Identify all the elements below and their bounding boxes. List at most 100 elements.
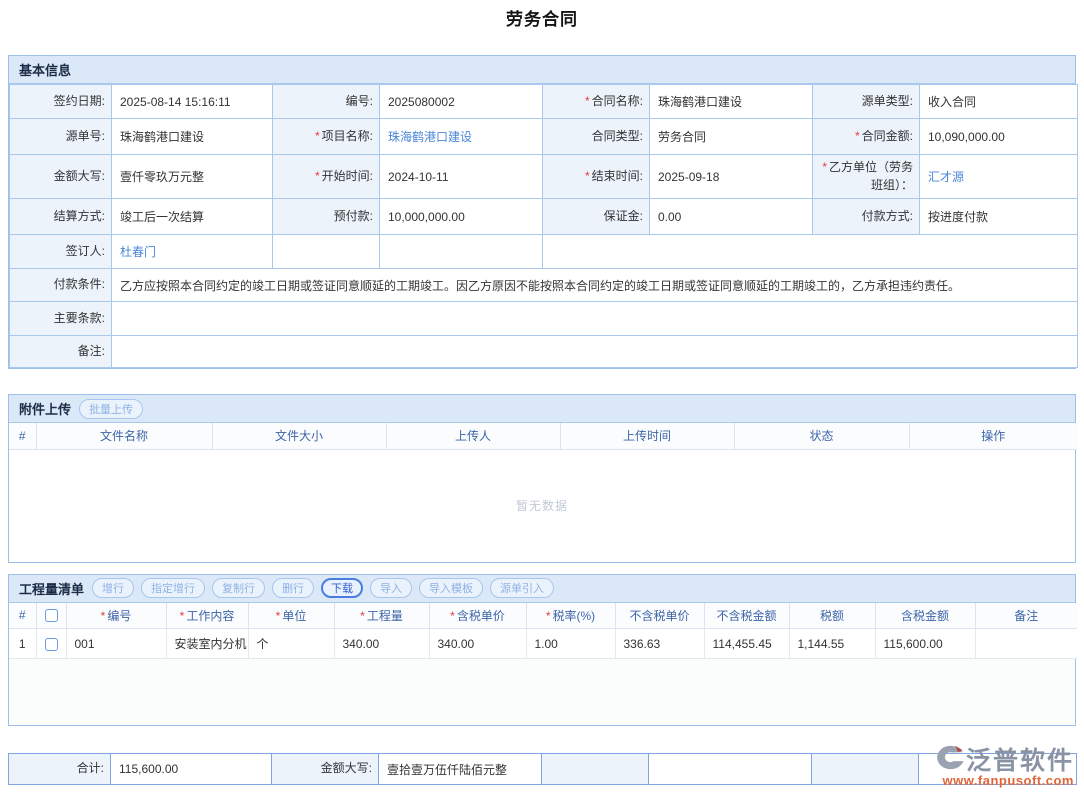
field-label: *项目名称:: [273, 119, 380, 155]
field-value-link[interactable]: 汇才源: [928, 170, 964, 184]
required-asterisk: *: [450, 609, 455, 623]
field-label: *合同金额:: [813, 119, 920, 155]
basic-info-row: 付款条件:乙方应按照本合同约定的竣工日期或签证同意顺延的工期竣工。因乙方原因不能…: [10, 269, 1078, 302]
boq-toolbar-button-导入模板[interactable]: 导入模板: [419, 578, 483, 598]
boq-column-header: 含税金额: [875, 603, 975, 629]
field-label: 备注:: [10, 336, 112, 368]
basic-info-header-bar: 基本信息: [9, 56, 1075, 84]
attachments-table: #文件名称文件大小上传人上传时间状态操作: [9, 423, 1077, 450]
select-all-checkbox[interactable]: [45, 609, 58, 622]
summary-label: [812, 754, 919, 785]
field-value: 杜春门: [112, 235, 273, 269]
field-value: 乙方应按照本合同约定的竣工日期或签证同意顺延的工期竣工。因乙方原因不能按照本合同…: [112, 269, 1078, 302]
required-asterisk: *: [315, 129, 320, 143]
boq-column-header: 不含税单价: [615, 603, 704, 629]
required-asterisk: *: [360, 609, 365, 623]
boq-cell: 336.63: [615, 629, 704, 659]
boq-cell: 340.00: [429, 629, 526, 659]
attachments-header-row: #文件名称文件大小上传人上传时间状态操作: [9, 423, 1077, 449]
summary-value: [649, 754, 812, 785]
boq-cell: 1,144.55: [789, 629, 875, 659]
boq-cell: 安装室内分机: [166, 629, 248, 659]
summary-row: 合计:115,600.00金额大写:壹拾壹万伍仟陆佰元整: [9, 754, 1077, 785]
empty-data-text: 暂无数据: [516, 497, 568, 514]
boq-section: 工程量清单 增行指定增行复制行删行下载导入导入模板源单引入 #*编号*工作内容*…: [8, 574, 1076, 727]
basic-info-row: 源单号:珠海鹤港口建设*项目名称:珠海鹤港口建设合同类型:劳务合同*合同金额:1…: [10, 119, 1078, 155]
boq-column-header: *编号: [66, 603, 166, 629]
boq-column-header: *工作内容: [166, 603, 248, 629]
required-asterisk: *: [276, 609, 281, 623]
summary-label: [542, 754, 649, 785]
field-value-link[interactable]: 珠海鹤港口建设: [388, 130, 472, 144]
basic-info-row: 备注:: [10, 336, 1078, 368]
boq-cell: 114,455.45: [704, 629, 789, 659]
attachments-header-bar: 附件上传 批量上传: [9, 395, 1075, 423]
batch-upload-button[interactable]: 批量上传: [79, 399, 143, 419]
field-value: 竣工后一次结算: [112, 199, 273, 235]
page: 劳务合同 基本信息 签约日期:2025-08-14 15:16:11编号:202…: [0, 5, 1084, 785]
boq-toolbar-button-下载[interactable]: 下载: [321, 578, 363, 598]
field-label: *合同名称:: [543, 85, 650, 119]
required-asterisk: *: [585, 169, 590, 183]
field-label: *乙方单位（劳务班组）：: [813, 155, 920, 199]
basic-info-row: 结算方式:竣工后一次结算预付款:10,000,000.00保证金:0.00付款方…: [10, 199, 1078, 235]
boq-row: 1001安装室内分机个340.00340.001.00336.63114,455…: [9, 629, 1077, 659]
required-asterisk: *: [585, 94, 590, 108]
attachments-column-header: 文件名称: [36, 423, 212, 449]
required-asterisk: *: [546, 609, 551, 623]
summary-table: 合计:115,600.00金额大写:壹拾壹万伍仟陆佰元整: [8, 753, 1077, 785]
boq-toolbar: 增行指定增行复制行删行下载导入导入模板源单引入: [92, 578, 554, 598]
boq-toolbar-button-增行[interactable]: 增行: [92, 578, 134, 598]
attachments-column-header: #: [9, 423, 36, 449]
boq-column-header: #: [9, 603, 36, 629]
field-label: 付款方式:: [813, 199, 920, 235]
boq-toolbar-button-源单引入[interactable]: 源单引入: [490, 578, 554, 598]
field-label: *开始时间:: [273, 155, 380, 199]
field-label: 签订人:: [10, 235, 112, 269]
basic-info-row: 签订人: 杜春门: [10, 235, 1078, 269]
field-label: 结算方式:: [10, 199, 112, 235]
boq-toolbar-button-导入[interactable]: 导入: [370, 578, 412, 598]
field-label: 金额大写:: [10, 155, 112, 199]
field-value: 劳务合同: [650, 119, 813, 155]
field-value: 珠海鹤港口建设: [380, 119, 543, 155]
field-label: 保证金:: [543, 199, 650, 235]
boq-toolbar-button-复制行[interactable]: 复制行: [212, 578, 265, 598]
boq-cell: 001: [66, 629, 166, 659]
field-value: 10,090,000.00: [920, 119, 1078, 155]
boq-toolbar-button-删行[interactable]: 删行: [272, 578, 314, 598]
watermark-logo-row: 泛普软件: [935, 741, 1074, 777]
basic-info-title: 基本信息: [19, 60, 71, 79]
basic-info-row: 主要条款:: [10, 302, 1078, 336]
attachments-empty-area: 暂无数据: [9, 450, 1075, 562]
summary-label: 合计:: [9, 754, 111, 785]
required-asterisk: *: [101, 609, 106, 623]
boq-table: #*编号*工作内容*单位*工程量*含税单价*税率(%)不含税单价不含税金额税额含…: [9, 603, 1077, 660]
boq-header-row: #*编号*工作内容*单位*工程量*含税单价*税率(%)不含税单价不含税金额税额含…: [9, 603, 1077, 629]
field-value: 2025-09-18: [650, 155, 813, 199]
boq-tbody: 1001安装室内分机个340.00340.001.00336.63114,455…: [9, 629, 1077, 659]
field-label: 合同类型:: [543, 119, 650, 155]
field-label: 签约日期:: [10, 85, 112, 119]
field-value: [112, 302, 1078, 336]
field-label: 主要条款:: [10, 302, 112, 336]
page-title: 劳务合同: [8, 5, 1076, 30]
field-label: 编号:: [273, 85, 380, 119]
basic-info-row: 签约日期:2025-08-14 15:16:11编号:2025080002*合同…: [10, 85, 1078, 119]
attachments-section: 附件上传 批量上传 #文件名称文件大小上传人上传时间状态操作 暂无数据: [8, 394, 1076, 563]
boq-toolbar-button-指定增行[interactable]: 指定增行: [141, 578, 205, 598]
field-value: [273, 235, 380, 269]
attachments-column-header: 文件大小: [212, 423, 386, 449]
boq-column-header: 不含税金额: [704, 603, 789, 629]
field-label: 付款条件:: [10, 269, 112, 302]
row-checkbox[interactable]: [45, 638, 58, 651]
field-value: 2024-10-11: [380, 155, 543, 199]
boq-cell: 115,600.00: [875, 629, 975, 659]
basic-info-row: 金额大写:壹仟零玖万元整*开始时间:2024-10-11*结束时间:2025-0…: [10, 155, 1078, 199]
required-asterisk: *: [180, 609, 185, 623]
summary-value: 115,600.00: [111, 754, 272, 785]
field-value-link[interactable]: 杜春门: [120, 245, 156, 259]
field-value: 2025-08-14 15:16:11: [112, 85, 273, 119]
field-value: [112, 336, 1078, 368]
watermark-url-text: www.fanpusoft.com: [935, 773, 1074, 788]
